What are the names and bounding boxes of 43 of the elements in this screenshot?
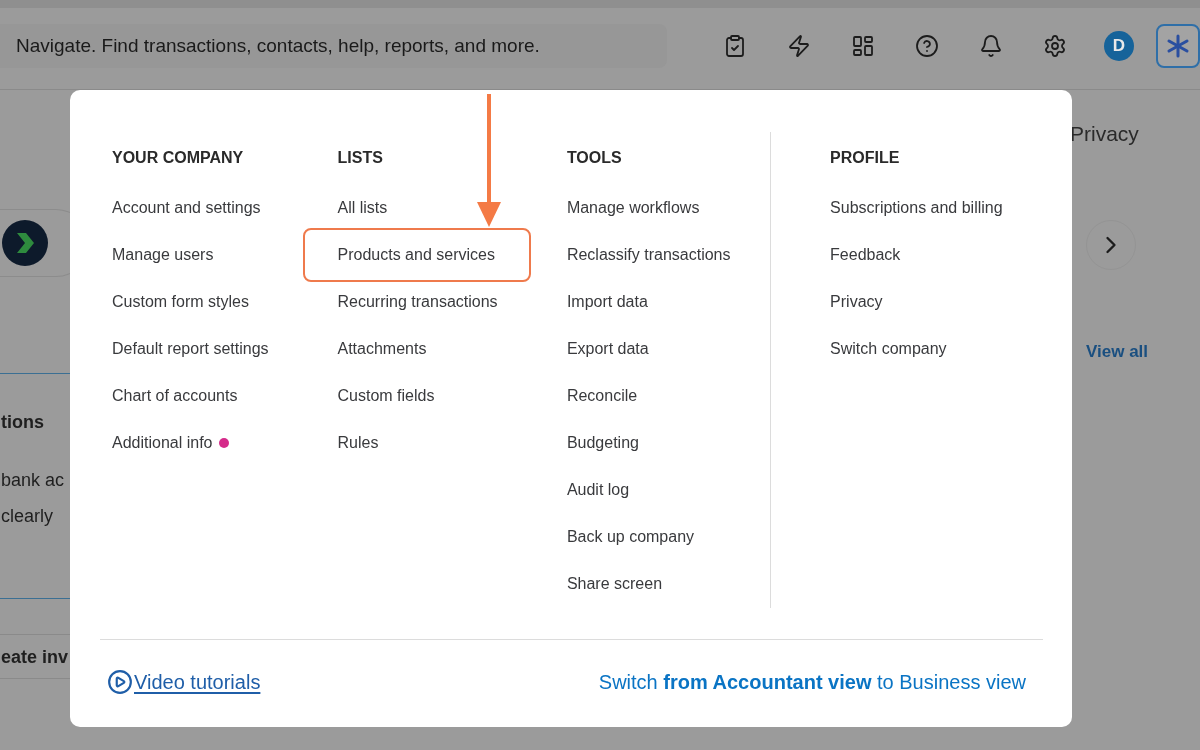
switch-view-link[interactable]: Switch from Accountant view to Business view <box>598 670 1026 694</box>
search-field[interactable]: Navigate. Find transactions, contacts, help, reports, and more. <box>0 23 667 68</box>
menu-link[interactable]: Reclassify transactions <box>566 245 731 265</box>
menu-link[interactable]: Export data <box>566 339 649 359</box>
menu-link[interactable]: Share screen <box>566 574 663 594</box>
column-heading: PROFILE <box>830 148 900 168</box>
menu-link[interactable]: Subscriptions and billing <box>830 198 1003 218</box>
menu-link[interactable]: Back up company <box>566 527 695 547</box>
menu-link[interactable]: Default report settings <box>112 339 269 359</box>
menu-link[interactable]: Feedback <box>830 245 901 265</box>
menu-link[interactable]: Manage users <box>112 245 214 265</box>
menu-link[interactable]: Budgeting <box>566 433 639 453</box>
user-avatar[interactable]: D <box>1104 30 1134 61</box>
menu-link[interactable]: Audit log <box>566 480 630 500</box>
menu-link[interactable]: Rules <box>337 433 379 453</box>
body-text: bank ac <box>1 469 66 492</box>
column-heading: YOUR COMPANY <box>112 148 244 168</box>
menu-link[interactable]: Account and settings <box>112 198 261 218</box>
play-icon <box>107 669 133 695</box>
column-heading: TOOLS <box>566 148 622 168</box>
column-heading: LISTS <box>337 148 383 168</box>
video-tutorials-link[interactable]: Video tutorials <box>107 669 261 695</box>
menu-link[interactable]: Attachments <box>337 339 427 359</box>
menu-link[interactable]: All lists <box>337 198 388 218</box>
menu-link[interactable]: Custom fields <box>337 386 435 406</box>
menu-link[interactable]: Reconcile <box>566 386 638 406</box>
menu-link[interactable]: Chart of accounts <box>112 386 238 406</box>
chevron-logo-icon <box>2 220 48 266</box>
menu-link[interactable]: Products and services <box>302 228 531 282</box>
action-label: eate inv <box>1 646 70 669</box>
menu-link[interactable]: Additional info <box>112 433 229 453</box>
menu-link[interactable]: Manage workflows <box>566 198 700 218</box>
section-heading: tions <box>1 411 45 434</box>
menu-link[interactable]: Import data <box>566 292 648 312</box>
next-button[interactable] <box>1086 220 1136 270</box>
asterisk-icon <box>1165 32 1191 59</box>
menu-link[interactable]: Switch company <box>830 339 947 359</box>
menu-link[interactable]: Recurring transactions <box>337 292 498 312</box>
menu-link[interactable]: Privacy <box>830 292 883 312</box>
menu-link[interactable]: Custom form styles <box>112 292 249 312</box>
body-text: clearly <box>1 505 54 528</box>
app-launcher-button[interactable] <box>1156 23 1200 68</box>
privacy-link[interactable]: Privacy <box>1070 122 1139 146</box>
